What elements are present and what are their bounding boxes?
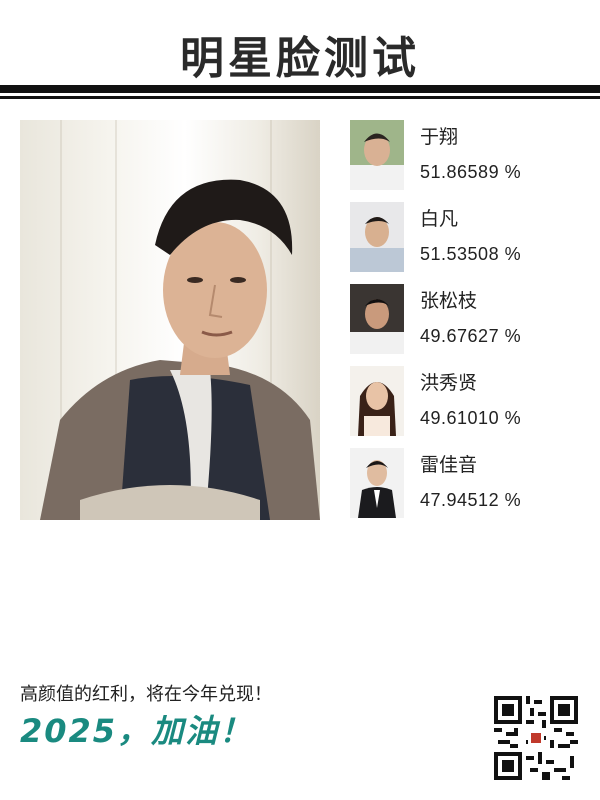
qr-code-icon[interactable] <box>494 696 578 780</box>
match-item[interactable]: 洪秀贤 49.61010 % <box>350 366 580 436</box>
header-divider-thin <box>0 96 600 99</box>
header: 明星脸测试 <box>0 0 600 110</box>
match-item[interactable]: 于翔 51.86589 % <box>350 120 580 190</box>
celebrity-name: 于翔 <box>420 126 459 148</box>
similarity-score: 47.94512 % <box>420 490 522 510</box>
person-portrait-image <box>40 179 320 520</box>
celebrity-name: 张松枝 <box>420 290 478 312</box>
celebrity-thumbnail <box>350 120 404 190</box>
celebrity-name: 白凡 <box>420 208 459 230</box>
celebrity-name: 雷佳音 <box>420 454 478 476</box>
celebrity-thumbnail <box>350 202 404 272</box>
uploaded-photo <box>20 120 320 520</box>
slogan-line-1: 高颜值的红利，将在今年兑现！ <box>20 684 272 705</box>
match-item[interactable]: 张松枝 49.67627 % <box>350 284 580 354</box>
celebrity-thumbnail <box>350 448 404 518</box>
celebrity-name: 洪秀贤 <box>420 372 478 394</box>
celebrity-thumbnail <box>350 284 404 354</box>
similarity-score: 51.86589 % <box>420 162 522 182</box>
match-item[interactable]: 白凡 51.53508 % <box>350 202 580 272</box>
slogan-line-2: 2025，加油！ <box>20 712 254 750</box>
match-item[interactable]: 雷佳音 47.94512 % <box>350 448 580 518</box>
match-list: 于翔 51.86589 % 白凡 51.53508 % 张松枝 49.67627… <box>350 120 580 530</box>
similarity-score: 49.61010 % <box>420 408 522 428</box>
similarity-score: 51.53508 % <box>420 244 522 264</box>
header-divider-thick <box>0 85 600 93</box>
similarity-score: 49.67627 % <box>420 326 522 346</box>
page-title: 明星脸测试 <box>180 33 420 84</box>
celebrity-thumbnail <box>350 366 404 436</box>
